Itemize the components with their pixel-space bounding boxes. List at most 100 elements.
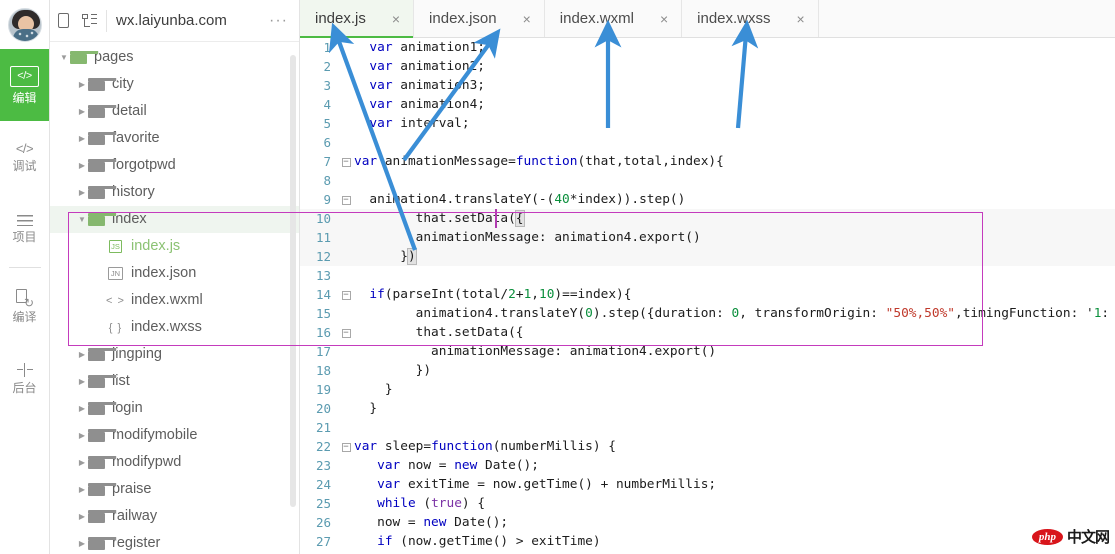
- fold-toggle-icon[interactable]: −: [338, 195, 354, 205]
- chevron-right-icon[interactable]: ▶: [76, 81, 88, 89]
- tree-item-index-wxml[interactable]: < >index.wxml: [50, 287, 299, 314]
- close-icon[interactable]: ×: [797, 12, 805, 26]
- editor-tab-index-js[interactable]: index.js×: [300, 0, 414, 37]
- close-icon[interactable]: ×: [660, 12, 668, 26]
- fold-toggle-icon[interactable]: −: [338, 157, 354, 167]
- tree-item-login[interactable]: ▶login: [50, 395, 299, 422]
- tree-item-praise[interactable]: ▶praise: [50, 476, 299, 503]
- tree-item-modifypwd[interactable]: ▶modifypwd: [50, 449, 299, 476]
- code-line[interactable]: 27 if (now.getTime() > exitTime): [300, 532, 1115, 551]
- rail-item-edit[interactable]: </> 编辑: [0, 49, 49, 121]
- tree-structure-icon[interactable]: [80, 11, 99, 30]
- rail-item-backend[interactable]: 后台: [0, 342, 49, 414]
- code-line[interactable]: 20 }: [300, 399, 1115, 418]
- editor-tab-index-wxml[interactable]: index.wxml×: [545, 0, 682, 37]
- code-line[interactable]: 13: [300, 266, 1115, 285]
- chevron-right-icon[interactable]: ▶: [76, 459, 88, 467]
- chevron-down-icon[interactable]: ▼: [76, 216, 88, 224]
- line-number: 17: [300, 344, 338, 359]
- code-line[interactable]: 10 that.setData({: [300, 209, 1115, 228]
- code-line-text: var animationMessage=function(that,total…: [354, 154, 1115, 169]
- tree-item-index-js[interactable]: JSindex.js: [50, 233, 299, 260]
- tree-item-register[interactable]: ▶register: [50, 530, 299, 554]
- code-line[interactable]: 2 var animation2;: [300, 57, 1115, 76]
- code-line-text: animation4.translateY(-(40*index)).step(…: [354, 192, 1115, 207]
- text-caret: [495, 209, 497, 228]
- tree-item-label: index.json: [131, 266, 196, 281]
- tree-item-index-wxss[interactable]: { }index.wxss: [50, 314, 299, 341]
- tree-item-jingping[interactable]: ▶jingping: [50, 341, 299, 368]
- tree-item-history[interactable]: ▶history: [50, 179, 299, 206]
- editor-tab-index-json[interactable]: index.json×: [414, 0, 545, 37]
- code-line[interactable]: 12 }): [300, 247, 1115, 266]
- code-line[interactable]: 9− animation4.translateY(-(40*index)).st…: [300, 190, 1115, 209]
- code-line-text: var now = new Date();: [354, 458, 1115, 473]
- folder-icon: [88, 186, 105, 199]
- tree-item-pages[interactable]: ▼pages: [50, 44, 299, 71]
- user-avatar[interactable]: [8, 8, 42, 42]
- tree-item-railway[interactable]: ▶railway: [50, 503, 299, 530]
- rail-item-project[interactable]: 项目: [0, 193, 49, 265]
- code-line[interactable]: 18 }): [300, 361, 1115, 380]
- code-line[interactable]: 22−var sleep=function(numberMillis) {: [300, 437, 1115, 456]
- more-options-button[interactable]: ···: [266, 13, 291, 29]
- tree-item-list[interactable]: ▶list: [50, 368, 299, 395]
- fold-toggle-icon[interactable]: −: [338, 442, 354, 452]
- tree-item-favorite[interactable]: ▶favorite: [50, 125, 299, 152]
- code-line[interactable]: 8: [300, 171, 1115, 190]
- code-line[interactable]: 26 now = new Date();: [300, 513, 1115, 532]
- code-line[interactable]: 15 animation4.translateY(0).step({durati…: [300, 304, 1115, 323]
- rail-item-debug[interactable]: </> 调试: [0, 121, 49, 193]
- chevron-right-icon[interactable]: ▶: [76, 189, 88, 197]
- code-line[interactable]: 25 while (true) {: [300, 494, 1115, 513]
- file-tree[interactable]: ▼pages▶city▶detail▶favorite▶forgotpwd▶hi…: [50, 42, 299, 554]
- chevron-right-icon[interactable]: ▶: [76, 432, 88, 440]
- code-line[interactable]: 5 var interval;: [300, 114, 1115, 133]
- avatar-container[interactable]: [0, 0, 49, 49]
- code-area[interactable]: 1 var animation1;2 var animation2;3 var …: [300, 38, 1115, 554]
- editor-tab-index-wxss[interactable]: index.wxss×: [682, 0, 819, 37]
- chevron-down-icon[interactable]: ▼: [58, 54, 70, 62]
- phone-outline-icon[interactable]: [54, 11, 73, 30]
- code-line[interactable]: 23 var now = new Date();: [300, 456, 1115, 475]
- chevron-right-icon[interactable]: ▶: [76, 540, 88, 548]
- chevron-right-icon[interactable]: ▶: [76, 378, 88, 386]
- code-line[interactable]: 21: [300, 418, 1115, 437]
- code-line[interactable]: 7−var animationMessage=function(that,tot…: [300, 152, 1115, 171]
- rail-item-label: 项目: [12, 231, 36, 243]
- wxss-file-icon: { }: [106, 321, 125, 335]
- tree-item-modifymobile[interactable]: ▶modifymobile: [50, 422, 299, 449]
- rail-item-label: 后台: [12, 382, 36, 394]
- code-line[interactable]: 19 }: [300, 380, 1115, 399]
- tree-item-forgotpwd[interactable]: ▶forgotpwd: [50, 152, 299, 179]
- chevron-right-icon[interactable]: ▶: [76, 135, 88, 143]
- code-line[interactable]: 24 var exitTime = now.getTime() + number…: [300, 475, 1115, 494]
- code-line-text: }: [354, 382, 1115, 397]
- rail-item-compile[interactable]: 编译: [0, 270, 49, 342]
- code-line-text: var animation1;: [354, 40, 1115, 55]
- chevron-right-icon[interactable]: ▶: [76, 405, 88, 413]
- chevron-right-icon[interactable]: ▶: [76, 513, 88, 521]
- tree-item-index[interactable]: ▼index: [50, 206, 299, 233]
- code-line[interactable]: 3 var animation3;: [300, 76, 1115, 95]
- tree-item-city[interactable]: ▶city: [50, 71, 299, 98]
- line-number: 13: [300, 268, 338, 283]
- code-line[interactable]: 11 animationMessage: animation4.export(): [300, 228, 1115, 247]
- fold-toggle-icon[interactable]: −: [338, 328, 354, 338]
- tree-item-index-json[interactable]: JNindex.json: [50, 260, 299, 287]
- chevron-right-icon[interactable]: ▶: [76, 486, 88, 494]
- chevron-right-icon[interactable]: ▶: [76, 162, 88, 170]
- close-icon[interactable]: ×: [392, 12, 400, 26]
- code-line[interactable]: 17 animationMessage: animation4.export(): [300, 342, 1115, 361]
- chevron-right-icon[interactable]: ▶: [76, 351, 88, 359]
- code-line[interactable]: 16− that.setData({: [300, 323, 1115, 342]
- tree-item-detail[interactable]: ▶detail: [50, 98, 299, 125]
- code-line[interactable]: 4 var animation4;: [300, 95, 1115, 114]
- close-icon[interactable]: ×: [523, 12, 531, 26]
- file-tree-scrollbar[interactable]: [290, 55, 296, 507]
- chevron-right-icon[interactable]: ▶: [76, 108, 88, 116]
- code-line[interactable]: 6: [300, 133, 1115, 152]
- fold-toggle-icon[interactable]: −: [338, 290, 354, 300]
- code-line[interactable]: 1 var animation1;: [300, 38, 1115, 57]
- code-line[interactable]: 14− if(parseInt(total/2+1,10)==index){: [300, 285, 1115, 304]
